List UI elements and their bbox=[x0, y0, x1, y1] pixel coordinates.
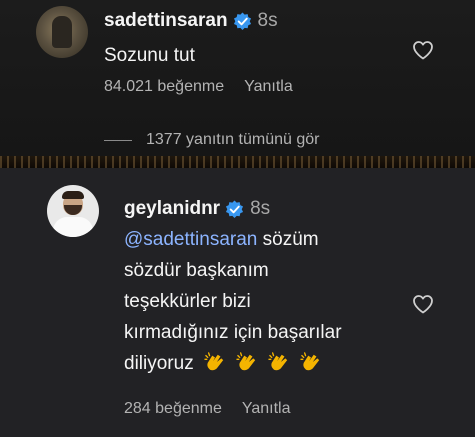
verified-badge-icon bbox=[233, 11, 251, 30]
comment-time: 8s bbox=[257, 10, 278, 31]
replies-line bbox=[104, 139, 132, 141]
comment-header: sadettinsaran 8s bbox=[104, 10, 278, 32]
username[interactable]: geylanidnr bbox=[124, 198, 220, 220]
comment-meta: 84.021 beğenme Yanıtla bbox=[104, 78, 293, 96]
heart-icon[interactable] bbox=[411, 38, 435, 62]
comment-header: geylanidnr 8s bbox=[124, 198, 270, 220]
like-count[interactable]: 84.021 beğenme bbox=[104, 78, 224, 96]
comment-text-fragment: sözüm bbox=[257, 229, 319, 250]
comment-text-line-last: diliyoruz bbox=[124, 348, 342, 379]
comment-text: Sozunu tut bbox=[104, 45, 195, 66]
username[interactable]: sadettinsaran bbox=[104, 10, 228, 32]
view-replies-label: 1377 yanıtın tümünü gör bbox=[146, 131, 320, 148]
comment-text-line: sözdür başkanım bbox=[124, 260, 269, 281]
verified-badge-icon bbox=[226, 199, 244, 218]
avatar[interactable] bbox=[36, 6, 88, 58]
comment-time: 8s bbox=[250, 198, 271, 219]
reply-button[interactable]: Yanıtla bbox=[244, 78, 293, 96]
like-count[interactable]: 284 beğenme bbox=[124, 400, 222, 418]
avatar-shirt bbox=[53, 217, 93, 237]
view-replies-link[interactable]: 1377 yanıtın tümünü gör bbox=[104, 131, 319, 149]
comment-text-line: @sadettinsaran sözüm bbox=[124, 224, 342, 255]
clapping-hands-emoji bbox=[204, 352, 223, 371]
comment-text: @sadettinsaran sözüm sözdür başkanım teş… bbox=[124, 224, 342, 379]
clapping-hands-emoji bbox=[268, 352, 287, 371]
section-divider bbox=[0, 156, 475, 168]
avatar[interactable] bbox=[47, 185, 99, 237]
reply-button[interactable]: Yanıtla bbox=[242, 400, 291, 418]
comment-text-fragment: diliyoruz bbox=[124, 353, 194, 374]
comment-text-line: kırmadığınız için başarılar bbox=[124, 322, 342, 343]
comment-meta: 284 beğenme Yanıtla bbox=[124, 400, 290, 418]
avatar-hair bbox=[62, 191, 84, 199]
comment-text-line: teşekkürler bizi bbox=[124, 291, 251, 312]
clapping-hands-emoji bbox=[236, 352, 255, 371]
heart-icon[interactable] bbox=[411, 292, 435, 316]
mention-link[interactable]: @sadettinsaran bbox=[124, 229, 257, 250]
clapping-hands-emoji bbox=[300, 352, 319, 371]
avatar-photo bbox=[52, 16, 72, 48]
